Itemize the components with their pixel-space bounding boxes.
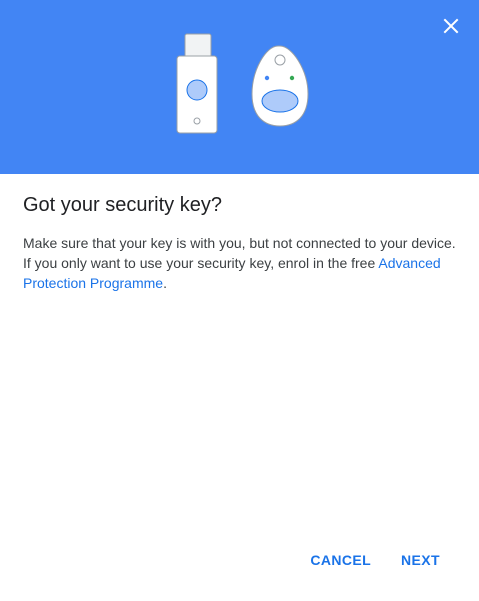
dialog-actions: CANCEL NEXT (297, 548, 453, 572)
close-button[interactable] (439, 14, 463, 38)
dialog-body: Make sure that your key is with you, but… (23, 233, 463, 293)
dialog-header (0, 0, 479, 174)
cancel-button[interactable]: CANCEL (297, 548, 384, 572)
body-paragraph-2-prefix: If you only want to use your security ke… (23, 255, 379, 271)
body-paragraph-2-suffix: . (163, 275, 167, 291)
fob-key-icon (251, 45, 309, 127)
body-paragraph-2: If you only want to use your security ke… (23, 253, 463, 293)
close-icon (443, 18, 459, 34)
next-button[interactable]: NEXT (388, 548, 453, 572)
security-key-dialog: Got your security key? Make sure that yo… (0, 0, 479, 601)
body-paragraph-1: Make sure that your key is with you, but… (23, 235, 456, 251)
usb-key-icon (176, 33, 218, 134)
dialog-title: Got your security key? (23, 194, 222, 216)
security-keys-illustration (176, 33, 309, 134)
